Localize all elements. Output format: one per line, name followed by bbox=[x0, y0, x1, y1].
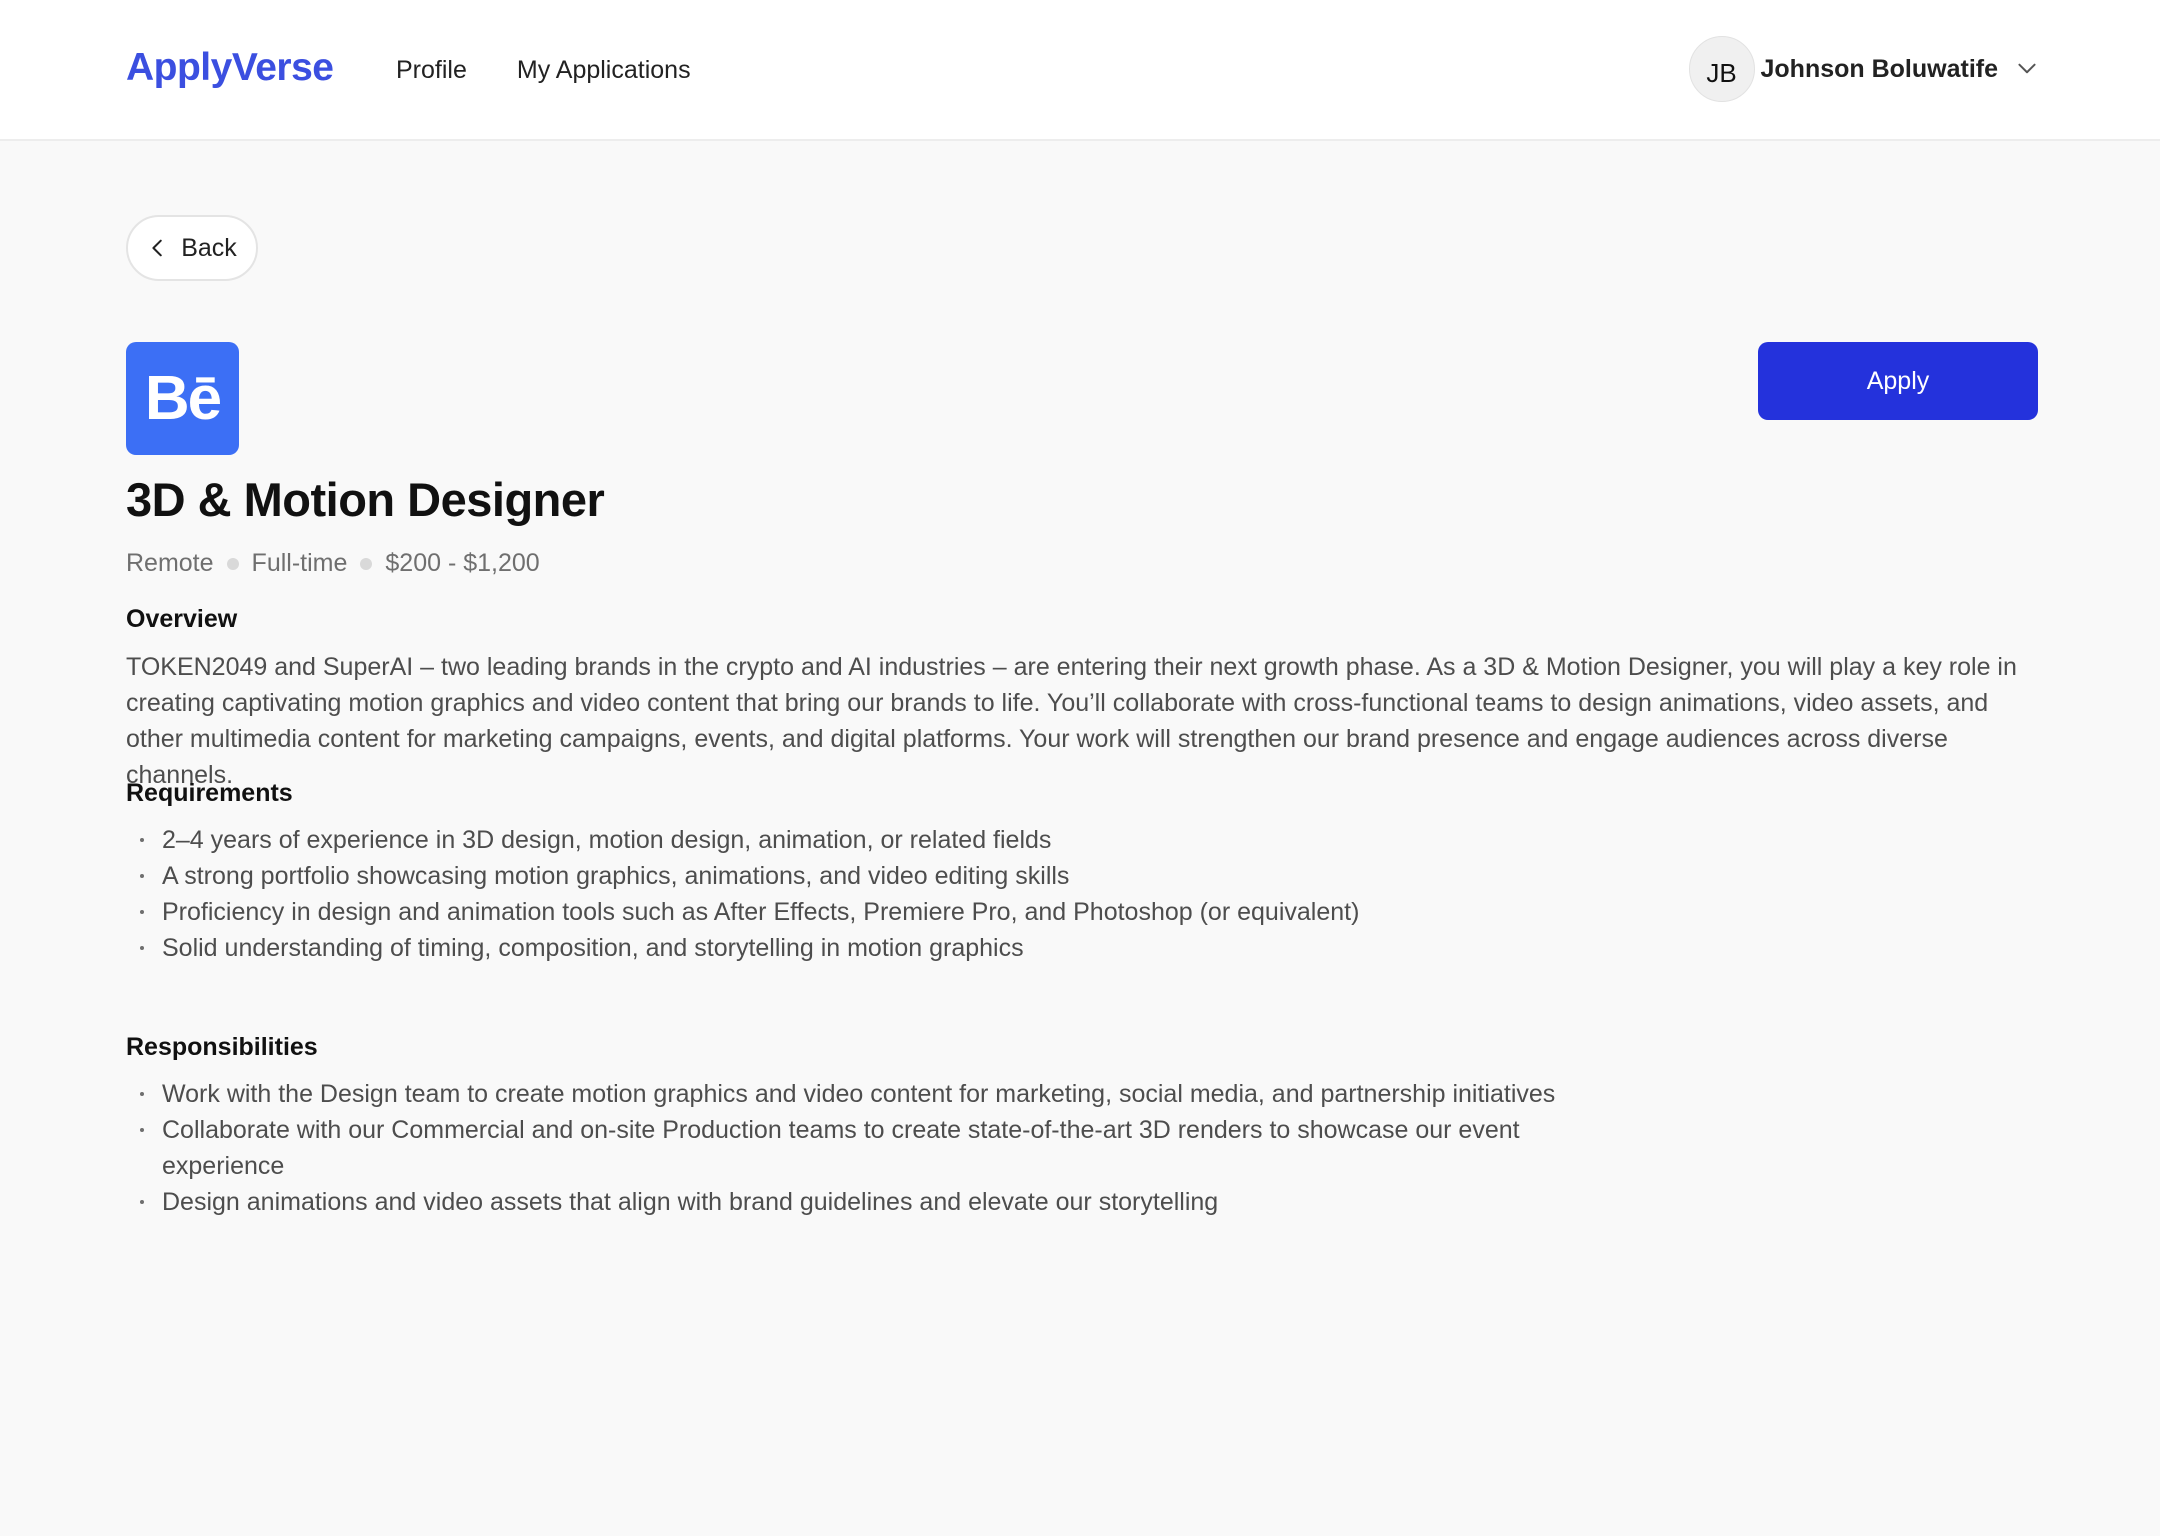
requirements-heading: Requirements bbox=[126, 779, 293, 807]
chevron-left-icon bbox=[152, 239, 162, 257]
company-logo: Bē bbox=[126, 342, 239, 455]
responsibilities-heading: Responsibilities bbox=[126, 1033, 318, 1061]
list-item: 2–4 years of experience in 3D design, mo… bbox=[126, 822, 1359, 858]
avatar[interactable]: JB bbox=[1688, 36, 1755, 102]
chevron-down-icon[interactable] bbox=[2014, 56, 2040, 82]
job-title: 3D & Motion Designer bbox=[126, 473, 605, 526]
main-nav: Profile My Applications bbox=[396, 56, 691, 85]
requirements-list: 2–4 years of experience in 3D design, mo… bbox=[126, 822, 1359, 966]
back-button[interactable]: Back bbox=[126, 215, 258, 281]
list-item: Design animations and video assets that … bbox=[126, 1184, 1586, 1220]
meta-location: Remote bbox=[126, 549, 214, 577]
list-item: Work with the Design team to create moti… bbox=[126, 1076, 1586, 1112]
meta-separator-dot bbox=[226, 557, 239, 570]
overview-heading: Overview bbox=[126, 605, 238, 633]
nav-my-applications[interactable]: My Applications bbox=[517, 56, 691, 85]
back-label: Back bbox=[181, 233, 237, 262]
list-item: A strong portfolio showcasing motion gra… bbox=[126, 858, 1359, 894]
overview-text: TOKEN2049 and SuperAI – two leading bran… bbox=[126, 653, 2017, 789]
user-name[interactable]: Johnson Boluwatife bbox=[1761, 55, 1999, 84]
job-meta: Remote Full-time $200 - $1,200 bbox=[126, 549, 540, 578]
company-logo-text: Bē bbox=[144, 364, 222, 433]
nav-profile[interactable]: Profile bbox=[396, 56, 467, 85]
meta-employment-type: Full-time bbox=[251, 549, 348, 577]
meta-salary: $200 - $1,200 bbox=[385, 549, 540, 577]
meta-separator-dot bbox=[360, 557, 373, 570]
brand-logo[interactable]: ApplyVerse bbox=[126, 46, 334, 90]
user-menu[interactable]: JB Johnson Boluwatife bbox=[1688, 36, 2041, 102]
top-header: ApplyVerse Profile My Applications JB Jo… bbox=[0, 0, 2160, 141]
list-item: Solid understanding of timing, compositi… bbox=[126, 930, 1359, 966]
apply-button[interactable]: Apply bbox=[1758, 342, 2038, 420]
responsibilities-list: Work with the Design team to create moti… bbox=[126, 1076, 1586, 1220]
list-item: Collaborate with our Commercial and on-s… bbox=[126, 1112, 1586, 1184]
list-item: Proficiency in design and animation tool… bbox=[126, 894, 1359, 930]
